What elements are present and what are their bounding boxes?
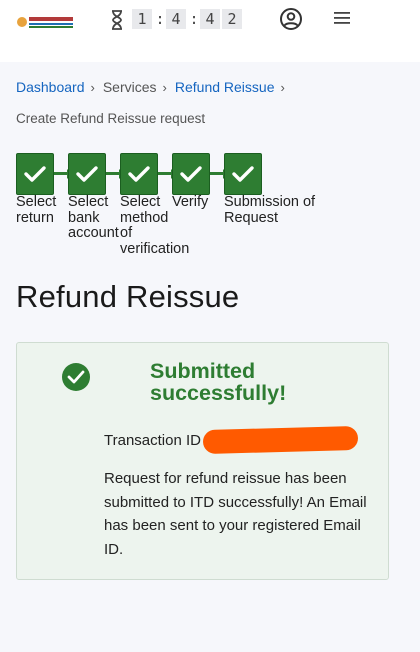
step-submission-of-request: Submission of Request <box>224 153 320 226</box>
timer-separator: : <box>155 10 165 28</box>
step-label: Select bank account <box>68 194 119 241</box>
check-icon <box>76 166 98 182</box>
page-subtitle: Create Refund Reissue request <box>16 111 206 126</box>
check-icon <box>232 166 254 182</box>
step-check-box <box>16 153 54 195</box>
step-check-box <box>224 153 262 195</box>
step-check-box <box>172 153 210 195</box>
breadcrumb-services: Services <box>102 79 157 95</box>
timer-digit: 2 <box>222 9 242 29</box>
chevron-right-icon: › <box>90 79 95 95</box>
step-label: Select return <box>16 194 57 226</box>
step-label: Verify <box>172 194 209 210</box>
check-icon <box>24 166 46 182</box>
hourglass-icon <box>112 10 122 30</box>
step-select-bank-account: Select bank account <box>68 153 120 242</box>
transaction-id-row: Transaction ID <box>104 425 359 455</box>
success-card: Submitted successfully! Transaction ID R… <box>16 342 389 580</box>
redacted-transaction-id <box>202 425 359 455</box>
transaction-id-label: Transaction ID <box>104 431 201 449</box>
session-timer: 1 : 4 : 4 2 <box>132 9 244 29</box>
breadcrumb-refund-reissue-link[interactable]: Refund Reissue <box>175 79 275 95</box>
timer-separator: : <box>189 10 199 28</box>
step-label: Select method of verification <box>120 194 190 257</box>
success-message: Request for refund reissue has been subm… <box>104 470 367 558</box>
step-connector-arrow <box>54 168 72 179</box>
account-circle-icon[interactable] <box>279 7 303 31</box>
timer-digit: 4 <box>200 9 220 29</box>
breadcrumb: Dashboard › Services › Refund Reissue › <box>16 79 293 95</box>
progress-stepper: Select return Select bank account Select… <box>16 153 336 263</box>
success-check-icon <box>62 363 90 391</box>
chevron-right-icon: › <box>280 79 285 95</box>
step-check-box <box>68 153 106 195</box>
check-icon <box>180 166 202 182</box>
step-connector-arrow <box>210 168 228 179</box>
breadcrumb-dashboard-link[interactable]: Dashboard <box>16 79 85 95</box>
success-heading: Submitted successfully! <box>150 359 287 405</box>
top-header: 1 : 4 : 4 2 <box>0 0 420 62</box>
check-icon <box>128 166 150 182</box>
step-select-return: Select return <box>16 153 68 226</box>
hamburger-menu-icon[interactable] <box>333 10 351 26</box>
step-verify: Verify <box>172 153 224 211</box>
chevron-right-icon: › <box>162 79 167 95</box>
step-select-method-of-verification: Select method of verification <box>120 153 190 257</box>
timer-digit: 4 <box>166 9 186 29</box>
timer-digit: 1 <box>132 9 152 29</box>
step-connector-arrow <box>158 168 176 179</box>
step-connector-arrow <box>106 168 124 179</box>
page-title: Refund Reissue <box>16 279 240 314</box>
efiling-logo-icon[interactable] <box>16 13 76 31</box>
step-check-box <box>120 153 158 195</box>
step-label: Submission of Request <box>224 194 316 226</box>
